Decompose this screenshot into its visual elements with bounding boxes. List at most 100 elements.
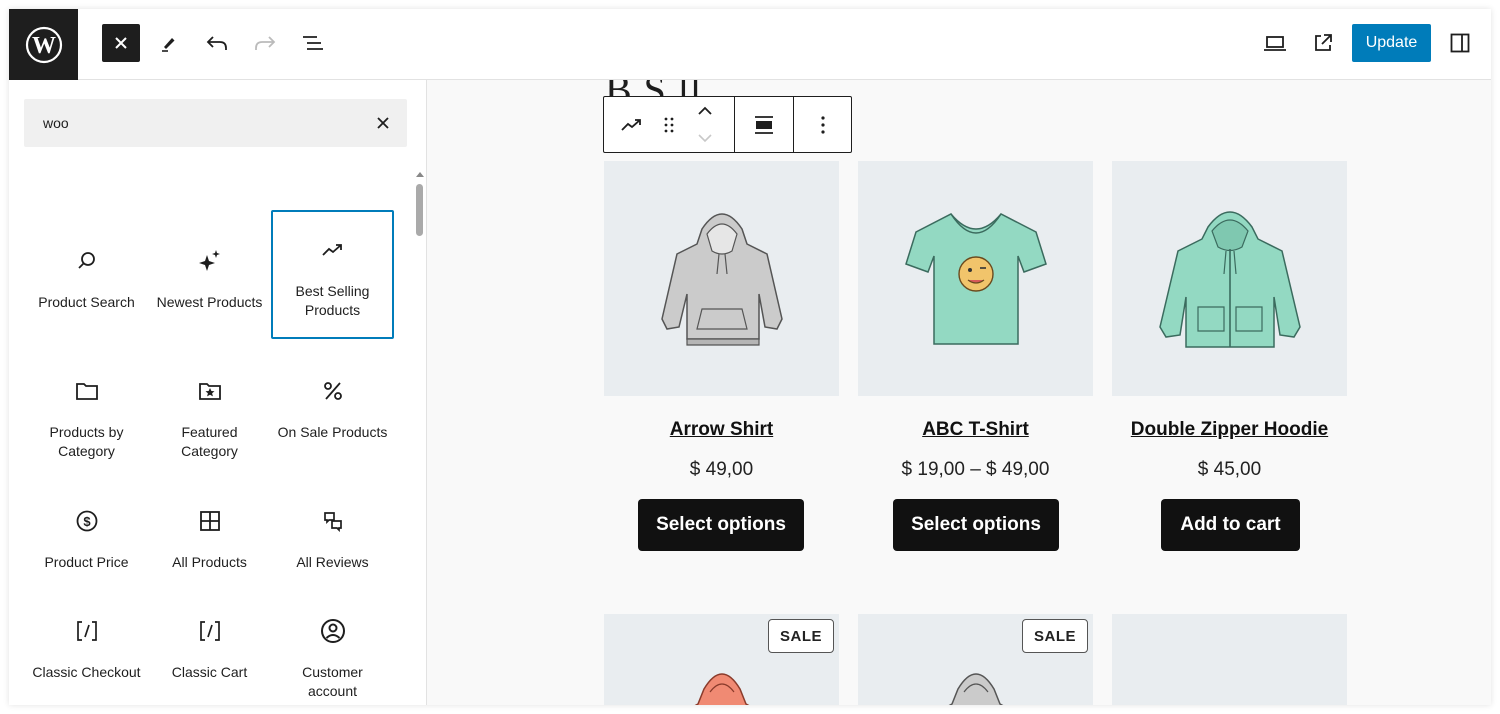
sparkles-icon [150, 247, 269, 275]
product-image[interactable]: SALE [858, 614, 1093, 705]
select-options-button[interactable]: Select options [638, 499, 804, 551]
shortcode-icon [27, 617, 146, 645]
svg-text:W: W [32, 33, 56, 59]
block-label: Best Selling Products [295, 283, 370, 318]
product-price: $ 49,00 [689, 459, 754, 480]
block-item-best-selling-products[interactable]: Best Selling Products [271, 210, 394, 339]
editor-header: W Update [9, 9, 1491, 80]
block-item-product-search[interactable]: Product Search [25, 221, 148, 350]
sale-badge: SALE [768, 619, 834, 653]
block-label: Classic Checkout [32, 664, 141, 680]
editor-canvas: B S ll [427, 80, 1491, 705]
grid-icon [150, 507, 269, 535]
list-view-icon [303, 36, 323, 50]
redo-button[interactable] [246, 24, 284, 62]
block-item-products-by-category[interactable]: Products by Category [25, 351, 148, 480]
drag-handle[interactable] [658, 97, 680, 152]
chevron-down-icon [698, 134, 712, 143]
block-search-input[interactable] [43, 99, 363, 147]
view-post-button[interactable] [1304, 24, 1342, 62]
product-image[interactable] [604, 161, 839, 396]
block-item-on-sale-products[interactable]: On Sale Products [271, 351, 394, 480]
percent-icon [273, 377, 392, 405]
user-circle-icon [273, 617, 392, 645]
grey-hoodie-image [660, 212, 783, 346]
block-item-classic-checkout[interactable]: Classic Checkout [25, 591, 148, 705]
block-label: On Sale Products [277, 424, 388, 440]
preview-button[interactable] [1256, 24, 1294, 62]
align-button[interactable] [735, 97, 793, 152]
product-price: $ 19,00 – $ 49,00 [901, 459, 1050, 480]
product-image[interactable] [858, 161, 1093, 396]
block-label: Newest Products [156, 294, 263, 310]
scrollbar-thumb[interactable] [416, 184, 423, 236]
block-type-button[interactable] [604, 97, 660, 152]
settings-sidebar-button[interactable] [1441, 24, 1479, 62]
undo-button[interactable] [198, 24, 236, 62]
product-title[interactable]: ABC T-Shirt [858, 419, 1093, 441]
block-label: Featured Category [181, 424, 238, 459]
block-label: Product Search [38, 294, 135, 310]
product-card: Double Zipper Hoodie $ 45,00 Add to cart [1112, 161, 1347, 561]
block-item-featured-category[interactable]: Featured Category [148, 351, 271, 480]
svg-text:$: $ [83, 514, 91, 529]
shortcode-icon [150, 617, 269, 645]
product-title[interactable]: Double Zipper Hoodie [1112, 419, 1347, 441]
trending-up-icon [621, 118, 641, 131]
mint-tshirt-image [904, 212, 1047, 345]
product-image[interactable] [1112, 614, 1347, 705]
product-price: $ 45,00 [1197, 459, 1262, 480]
sidebar-toggle-icon [1450, 33, 1470, 53]
reviews-icon [273, 507, 392, 535]
product-title[interactable]: Arrow Shirt [604, 419, 839, 441]
laptop-icon [1264, 36, 1286, 51]
close-inserter-button[interactable] [102, 24, 140, 62]
product-image[interactable] [1112, 161, 1347, 396]
block-item-customer-account[interactable]: Customer account [271, 591, 394, 705]
block-label: Product Price [44, 554, 129, 570]
redo-icon [255, 36, 276, 50]
inserter-scrollbar[interactable] [413, 170, 426, 705]
dollar-circle-icon: $ [27, 507, 146, 535]
block-label: Customer account [302, 664, 363, 699]
close-icon [115, 37, 127, 49]
drag-handle-icon [664, 117, 674, 132]
mint-zip-hoodie-image [1158, 210, 1301, 348]
align-wide-icon [755, 115, 773, 134]
block-label: All Products [172, 554, 247, 570]
update-button[interactable]: Update [1352, 24, 1431, 62]
add-to-cart-button[interactable]: Add to cart [1161, 499, 1300, 551]
trending-up-icon [273, 236, 392, 264]
clear-search-button[interactable] [371, 111, 395, 135]
more-vertical-icon [820, 115, 825, 134]
block-inserter-panel: Product Search Newest Products Best Sell… [9, 80, 427, 705]
folder-icon [27, 377, 146, 405]
product-card: Arrow Shirt $ 49,00 Select options [604, 161, 839, 561]
select-options-button[interactable]: Select options [893, 499, 1059, 551]
block-item-classic-cart[interactable]: Classic Cart [148, 591, 271, 705]
block-search [24, 99, 407, 147]
external-link-icon [1315, 34, 1332, 51]
wordpress-logo-icon[interactable]: W [9, 9, 78, 80]
chevron-up-icon [698, 106, 712, 115]
search-icon [27, 247, 146, 275]
pencil-icon [162, 38, 175, 52]
close-icon [377, 117, 389, 129]
sale-badge: SALE [1022, 619, 1088, 653]
folder-star-icon [150, 377, 269, 405]
move-up-button[interactable] [690, 97, 720, 124]
block-toolbar [603, 96, 852, 153]
product-image[interactable]: SALE [604, 614, 839, 705]
block-options-button[interactable] [794, 97, 851, 152]
block-label: All Reviews [296, 554, 369, 570]
editor-window: W Update woo Product Search Newest Produ… [9, 9, 1491, 705]
undo-icon [206, 36, 227, 50]
edit-tool-button[interactable] [150, 24, 188, 62]
product-card: ABC T-Shirt $ 19,00 – $ 49,00 Select opt… [858, 161, 1093, 561]
block-item-newest-products[interactable]: Newest Products [148, 221, 271, 350]
list-view-button[interactable] [294, 24, 332, 62]
move-down-button[interactable] [690, 124, 720, 152]
scroll-up-arrow-icon[interactable] [416, 172, 424, 177]
block-label: Classic Cart [171, 664, 248, 680]
block-label: Products by Category [49, 424, 124, 459]
